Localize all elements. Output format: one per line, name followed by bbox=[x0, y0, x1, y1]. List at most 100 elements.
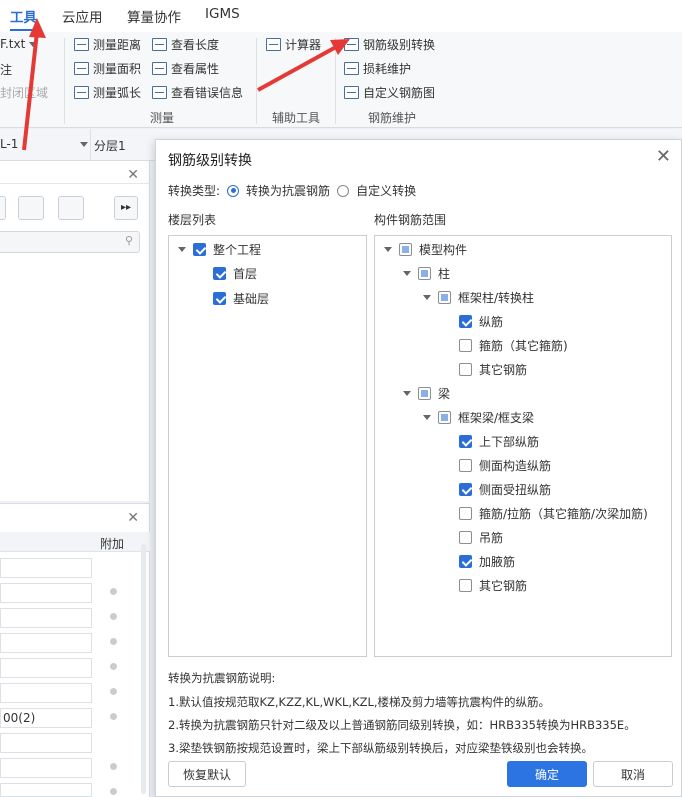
rebar-convert-dialog: 钢筋级别转换 ✕ 转换类型: 转换为抗震钢筋 自定义转换 楼层列表 构件钢筋范围… bbox=[155, 139, 682, 797]
checkbox-side-torsion[interactable] bbox=[459, 483, 472, 496]
tree-leaf[interactable]: 侧面受扭纵筋 bbox=[459, 481, 551, 498]
checkbox-frame-beam[interactable] bbox=[438, 411, 451, 424]
table-row[interactable] bbox=[0, 733, 92, 753]
table-row[interactable] bbox=[0, 783, 92, 797]
chevron-down-icon[interactable] bbox=[403, 271, 411, 276]
tree-label: 侧面构造纵筋 bbox=[479, 459, 552, 473]
floor-item-all[interactable]: 整个工程 bbox=[178, 241, 261, 258]
tree-node[interactable]: 框架梁/框支梁 bbox=[423, 409, 534, 426]
tree-node[interactable]: 梁 bbox=[403, 385, 450, 402]
tree-label: 纵筋 bbox=[479, 315, 504, 329]
checkbox-side-construct[interactable] bbox=[459, 459, 472, 472]
range-label: 构件钢筋范围 bbox=[374, 213, 447, 227]
chevron-down-icon[interactable] bbox=[403, 391, 411, 396]
table-row[interactable] bbox=[0, 658, 92, 678]
radio-custom[interactable] bbox=[337, 184, 350, 197]
checkbox-top-bottom-longitudinal[interactable] bbox=[459, 435, 472, 448]
checkbox-base-floor[interactable] bbox=[213, 292, 226, 305]
indicator-dot bbox=[110, 688, 117, 695]
indicator-dot bbox=[110, 638, 117, 645]
scrollbar[interactable] bbox=[141, 544, 146, 794]
chevron-down-icon[interactable] bbox=[423, 415, 431, 420]
checkbox-model[interactable] bbox=[399, 243, 412, 256]
chevron-down-icon[interactable] bbox=[384, 247, 392, 252]
indicator-dot bbox=[110, 713, 117, 720]
column-header-extra: 附加 bbox=[100, 537, 125, 551]
table-row[interactable] bbox=[0, 633, 92, 653]
tree-label: 框架梁/框支梁 bbox=[458, 411, 535, 425]
tree-leaf[interactable]: 纵筋 bbox=[459, 313, 503, 330]
checkbox-stirrup-tie[interactable] bbox=[459, 507, 472, 520]
radio-seismic-label[interactable]: 转换为抗震钢筋 bbox=[246, 182, 330, 199]
note-2: 2.转换为抗震钢筋只针对二级及以上普通钢筋同级别转换，如：HRB335转换为HR… bbox=[168, 718, 636, 732]
notes-title: 转换为抗震钢筋说明: bbox=[168, 671, 276, 685]
rebar-range-tree: 模型构件 柱 框架柱/转换柱 纵筋 箍筋（其它箍筋) 其它钢筋 梁 框架梁/框支… bbox=[374, 235, 672, 657]
tree-leaf[interactable]: 其它钢筋 bbox=[459, 577, 527, 594]
floor-list: 整个工程 首层 基础层 bbox=[168, 235, 367, 657]
checkbox-haunch[interactable] bbox=[459, 555, 472, 568]
tree-label: 加腋筋 bbox=[479, 555, 516, 569]
tree-leaf[interactable]: 箍筋/拉筋（其它箍筋/次梁加筋) bbox=[459, 505, 648, 522]
close-icon[interactable]: ✕ bbox=[656, 146, 671, 167]
tree-node[interactable]: 框架柱/转换柱 bbox=[423, 289, 534, 306]
dialog-title: 钢筋级别转换 bbox=[168, 153, 252, 169]
tree-leaf[interactable]: 加腋筋 bbox=[459, 553, 515, 570]
checkbox-first-floor[interactable] bbox=[213, 267, 226, 280]
checkbox-column-stirrup[interactable] bbox=[459, 339, 472, 352]
chevron-down-icon[interactable] bbox=[423, 295, 431, 300]
radio-seismic[interactable] bbox=[227, 184, 240, 197]
ok-button[interactable]: 确定 bbox=[507, 761, 587, 787]
indicator-dot bbox=[110, 613, 117, 620]
table-row[interactable] bbox=[0, 758, 92, 778]
checkbox-beam-other[interactable] bbox=[459, 579, 472, 592]
floor-list-label: 楼层列表 bbox=[168, 213, 217, 227]
checkbox-column-longitudinal[interactable] bbox=[459, 315, 472, 328]
properties-panel: ✕ 附加 00(2) bbox=[0, 503, 150, 797]
radio-custom-label[interactable]: 自定义转换 bbox=[356, 182, 416, 199]
search-icon: ⚲ bbox=[124, 234, 133, 247]
tree-leaf[interactable]: 箍筋（其它箍筋) bbox=[459, 337, 568, 354]
cancel-button[interactable]: 取消 bbox=[593, 761, 673, 787]
table-row[interactable] bbox=[0, 558, 92, 578]
checkbox-frame-column[interactable] bbox=[438, 291, 451, 304]
annotation-arrow-head bbox=[29, 18, 46, 38]
tree-node[interactable]: 模型构件 bbox=[384, 241, 467, 258]
indicator-dot bbox=[110, 788, 117, 795]
tree-leaf[interactable]: 上下部纵筋 bbox=[459, 433, 539, 450]
note-3: 3.梁垫铁钢筋按规范设置时，梁上下部纵筋级别转换后，对应梁垫铁级别也会转换。 bbox=[168, 741, 593, 755]
left-panel: ✕ ▸▸ ⚲ bbox=[0, 161, 150, 501]
restore-default-button[interactable]: 恢复默认 bbox=[168, 761, 246, 787]
floor-item-first[interactable]: 首层 bbox=[213, 265, 257, 282]
tree-leaf[interactable]: 吊筋 bbox=[459, 529, 503, 546]
checkbox-column-other[interactable] bbox=[459, 363, 472, 376]
search-input[interactable]: ⚲ bbox=[0, 231, 140, 253]
table-cell: 00(2) bbox=[3, 711, 36, 725]
convert-type-row: 转换类型: 转换为抗震钢筋 自定义转换 bbox=[168, 182, 416, 199]
checkbox-beam[interactable] bbox=[418, 387, 431, 400]
floor-label-all: 整个工程 bbox=[213, 243, 262, 257]
indicator-dot bbox=[110, 763, 117, 770]
table-row[interactable]: 00(2) bbox=[0, 708, 92, 728]
tree-label: 吊筋 bbox=[479, 531, 504, 545]
checkbox-hanger[interactable] bbox=[459, 531, 472, 544]
tree-label: 箍筋（其它箍筋) bbox=[479, 339, 568, 353]
tree-label: 箍筋/拉筋（其它箍筋/次梁加筋) bbox=[479, 507, 648, 521]
checkbox-column[interactable] bbox=[418, 267, 431, 280]
convert-type-label: 转换类型: bbox=[168, 184, 221, 198]
tree-label: 其它钢筋 bbox=[479, 579, 528, 593]
tree-label: 上下部纵筋 bbox=[479, 435, 540, 449]
tree-leaf[interactable]: 其它钢筋 bbox=[459, 361, 527, 378]
close-icon[interactable]: ✕ bbox=[127, 510, 139, 526]
tree-leaf[interactable]: 侧面构造纵筋 bbox=[459, 457, 551, 474]
indicator-dot bbox=[110, 588, 117, 595]
chevron-down-icon[interactable] bbox=[178, 247, 186, 252]
checkbox-all[interactable] bbox=[193, 243, 206, 256]
tree-node[interactable]: 柱 bbox=[403, 265, 450, 282]
floor-item-base[interactable]: 基础层 bbox=[213, 290, 269, 307]
table-row[interactable] bbox=[0, 683, 92, 703]
annotation-arrow-line bbox=[257, 45, 337, 92]
tree-label: 模型构件 bbox=[419, 243, 468, 257]
table-row[interactable] bbox=[0, 608, 92, 628]
floor-label-first: 首层 bbox=[233, 267, 258, 281]
table-row[interactable] bbox=[0, 583, 92, 603]
